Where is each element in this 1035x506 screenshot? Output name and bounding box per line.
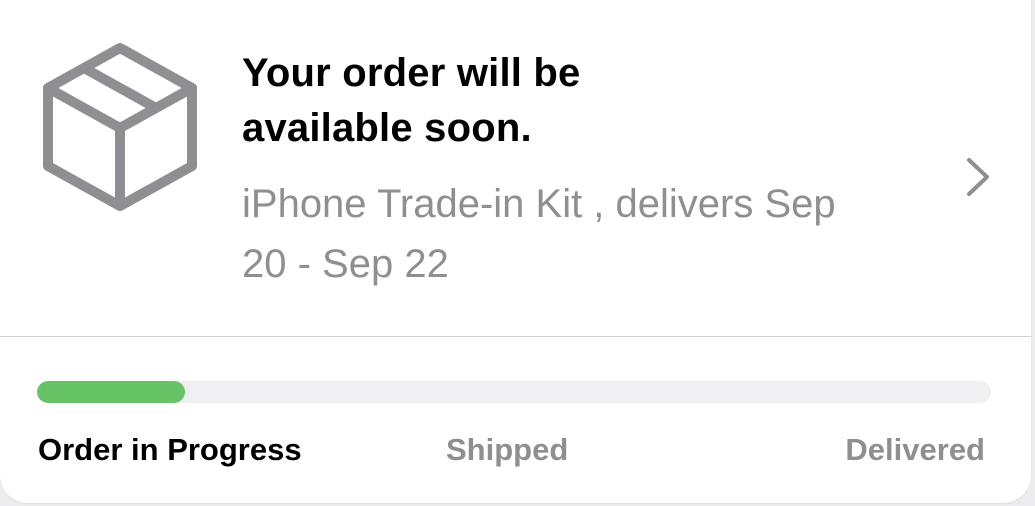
progress-fill [37,381,185,403]
progress-track [37,381,991,403]
order-status-card: Your order will be available soon. iPhon… [0,0,1031,503]
order-title-line: Your order will be [242,51,581,95]
order-details: iPhone Trade-in Kit , delivers Sep 20 - … [242,174,942,294]
step-shipped: Shipped [446,432,569,467]
divider [0,336,1031,337]
step-order-in-progress: Order in Progress [38,432,302,467]
order-title-line: available soon. [242,106,532,150]
order-details-line: 20 - Sep 22 [242,242,449,286]
chevron-right-icon [967,158,989,196]
step-delivered: Delivered [845,432,985,467]
shipping-box-icon [43,43,197,211]
order-row[interactable]: Your order will be available soon. iPhon… [0,0,1031,336]
order-details-line: iPhone Trade-in Kit , delivers Sep [242,182,836,226]
order-title: Your order will be available soon. [242,46,942,156]
